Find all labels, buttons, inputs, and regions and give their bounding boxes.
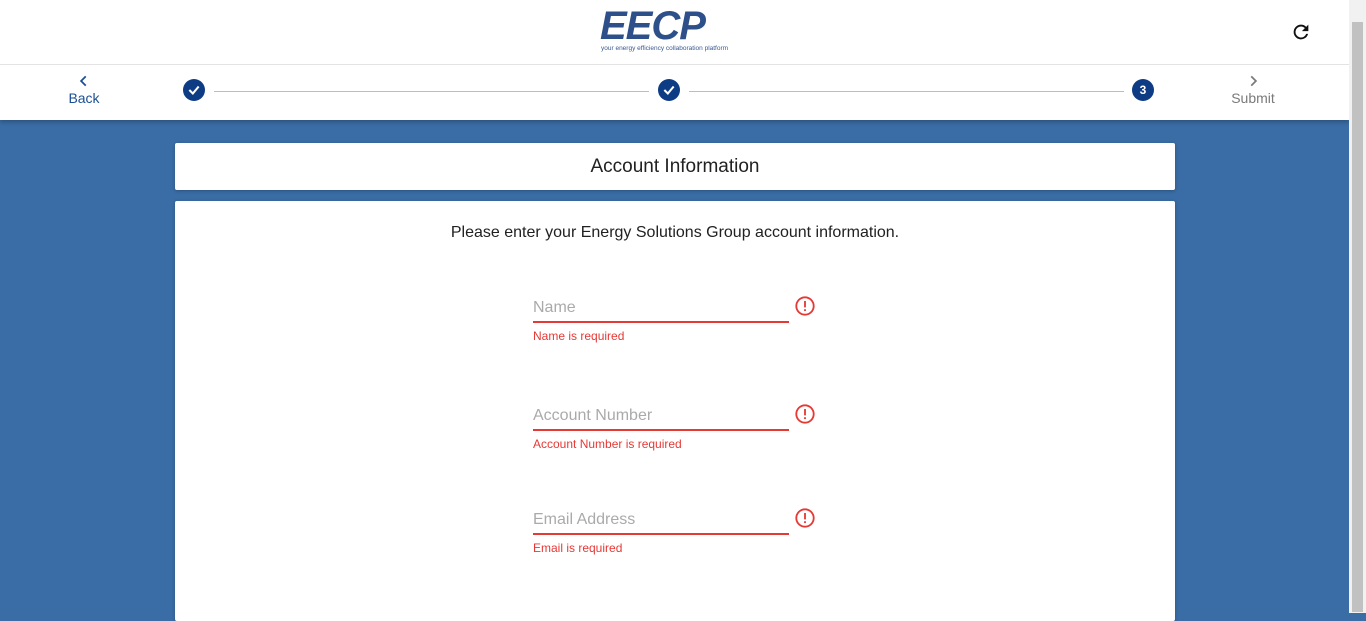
logo-text: EECP (600, 4, 706, 48)
name-field-group: Name is required (533, 296, 823, 343)
page-title: Account Information (590, 155, 760, 177)
header-divider (0, 64, 1349, 65)
email-field-group: Email is required (533, 508, 823, 555)
form-instructions: Please enter your Energy Solutions Group… (450, 224, 900, 241)
submit-label: Submit (1231, 90, 1275, 106)
back-button[interactable]: Back (44, 74, 124, 106)
account-number-error-message: Account Number is required (533, 437, 682, 451)
email-input[interactable] (533, 511, 789, 535)
step-connector (689, 91, 1124, 92)
error-icon (795, 404, 815, 424)
account-number-field-group: Account Number is required (533, 404, 823, 451)
step-2-completed (658, 79, 680, 101)
check-icon (663, 85, 675, 96)
section-title-card: Account Information (175, 143, 1175, 190)
chevron-right-icon (1250, 75, 1258, 87)
submit-button[interactable]: Submit (1213, 74, 1293, 106)
error-icon (795, 296, 815, 316)
step-connector (214, 91, 649, 92)
scrollbar-thumb[interactable] (1352, 22, 1363, 612)
name-input[interactable] (533, 299, 789, 323)
step-1-completed (183, 79, 205, 101)
check-icon (188, 85, 200, 96)
chevron-left-icon (79, 75, 87, 87)
eecp-logo: EECP your energy efficiency collaboratio… (600, 6, 745, 56)
error-icon (795, 508, 815, 528)
back-label: Back (68, 90, 100, 106)
top-bar: EECP your energy efficiency collaboratio… (0, 0, 1349, 120)
email-error-message: Email is required (533, 541, 623, 555)
account-number-input[interactable] (533, 407, 789, 431)
step-3-current: 3 (1132, 79, 1154, 101)
refresh-icon[interactable] (1290, 21, 1312, 43)
account-form-card: Please enter your Energy Solutions Group… (175, 201, 1175, 621)
logo-tagline: your energy efficiency collaboration pla… (601, 45, 729, 52)
name-error-message: Name is required (533, 329, 625, 343)
